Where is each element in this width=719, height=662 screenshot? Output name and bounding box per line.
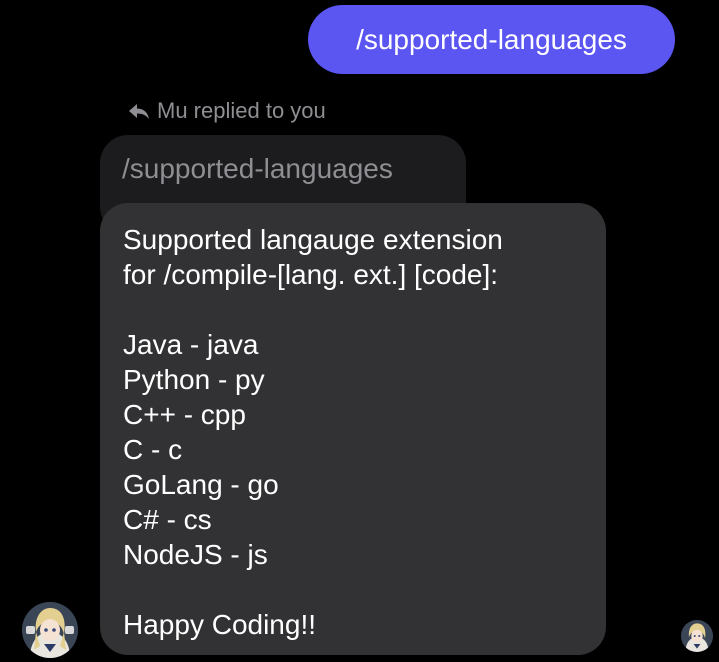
message-line: Python - py — [123, 364, 265, 395]
message-line — [123, 292, 606, 327]
sent-message-text: /supported-languages — [356, 23, 627, 55]
message-line: for /compile-[lang. ext.] [code]: — [123, 259, 499, 290]
reply-arrow-icon — [129, 104, 149, 119]
sent-message-bubble[interactable]: /supported-languages — [308, 5, 675, 74]
quoted-message-text: /supported-languages — [122, 153, 393, 184]
received-message-bubble[interactable]: Supported langauge extension for /compil… — [100, 203, 606, 655]
sender-avatar[interactable] — [22, 602, 78, 658]
read-receipt-avatar — [681, 620, 713, 652]
message-line: Supported langauge extension — [123, 224, 503, 255]
anime-avatar-icon — [22, 602, 78, 658]
message-line: GoLang - go — [123, 469, 279, 500]
message-line: Happy Coding!! — [123, 609, 317, 640]
message-line: NodeJS - js — [123, 539, 268, 570]
anime-avatar-icon — [681, 620, 713, 652]
message-line: C - c — [123, 434, 183, 465]
message-line: C++ - cpp — [123, 399, 246, 430]
message-line — [123, 572, 606, 607]
reply-header: Mu replied to you — [127, 96, 326, 126]
message-line: Java - java — [123, 329, 259, 360]
reply-header-text: Mu replied to you — [157, 98, 326, 123]
message-line: C# - cs — [123, 504, 212, 535]
